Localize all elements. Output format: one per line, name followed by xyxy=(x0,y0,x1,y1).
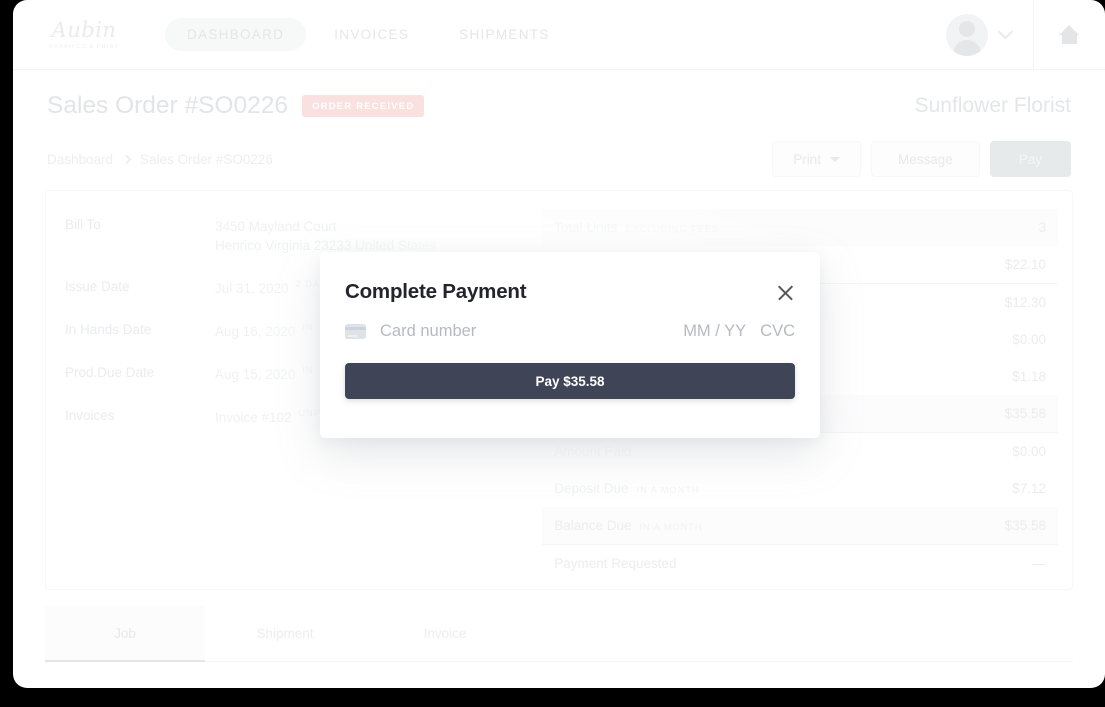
home-button[interactable] xyxy=(1033,0,1105,69)
summary-row-deposit-due: Deposit Due IN A MONTH $7.12 xyxy=(542,470,1058,507)
summary-value: $35.58 xyxy=(1004,518,1046,533)
summary-row: Total Units EXCLUDING FEES 3 xyxy=(542,209,1058,246)
detail-caption: 2 DA xyxy=(295,279,320,289)
page-title: Sales Order #SO0226 xyxy=(47,92,289,119)
card-input-row[interactable]: Card number MM / YY CVC xyxy=(345,322,795,341)
summary-label: Deposit Due xyxy=(554,481,629,496)
summary-row-payment-requested: Payment Requested — xyxy=(542,545,1058,582)
app-page: Aubin GRAPHICS & PRINT DASHBOARD INVOICE… xyxy=(13,0,1105,688)
brand-logo[interactable]: Aubin GRAPHICS & PRINT xyxy=(45,17,123,50)
complete-payment-modal: Complete Payment Card number MM / YY CVC… xyxy=(320,252,820,438)
detail-label: In Hands Date xyxy=(65,322,152,337)
action-buttons: Print Message Pay xyxy=(772,141,1071,177)
summary-value: — xyxy=(1032,556,1046,571)
summary-caption: IN A MONTH xyxy=(639,522,703,532)
status-badge: ORDER RECEIVED xyxy=(302,95,425,117)
summary-value: $12.30 xyxy=(1004,295,1046,310)
summary-row-balance-due: Balance Due IN A MONTH $35.58 xyxy=(542,507,1058,545)
summary-value: 3 xyxy=(1038,220,1046,235)
detail-value-block: 3450 Mayland Court Henrico Virginia 2323… xyxy=(215,217,436,255)
breadcrumb-item-current: Sales Order #SO0226 xyxy=(140,151,273,167)
detail-label: Prod.Due Date xyxy=(65,365,155,380)
detail-label: Issue Date xyxy=(65,279,130,294)
card-number-input[interactable]: Card number xyxy=(380,322,476,341)
detail-value: Jul 31, 2020 xyxy=(215,281,289,296)
customer-name: Sunflower Florist xyxy=(914,94,1071,117)
page-header: Sales Order #SO0226 ORDER RECEIVED Sunfl… xyxy=(13,70,1105,126)
print-button[interactable]: Print xyxy=(772,141,861,177)
tab-shipment[interactable]: Shipment xyxy=(205,606,365,661)
card-cvc-input[interactable]: CVC xyxy=(760,322,795,341)
detail-value: Aug 15, 2020 xyxy=(215,367,296,382)
detail-tabs: Job Shipment Invoice xyxy=(45,606,1073,662)
user-avatar-icon[interactable] xyxy=(946,13,988,56)
chevron-down-icon[interactable] xyxy=(997,23,1014,40)
summary-value: $0.00 xyxy=(1012,444,1046,459)
nav-right-cluster xyxy=(946,0,1105,69)
summary-row-amount-paid: Amount Paid $0.00 xyxy=(542,433,1058,470)
top-navigation-bar: Aubin GRAPHICS & PRINT DASHBOARD INVOICE… xyxy=(13,0,1105,70)
close-icon[interactable] xyxy=(776,283,795,302)
modal-header: Complete Payment xyxy=(345,280,795,304)
message-button-label: Message xyxy=(897,151,953,167)
message-button[interactable]: Message xyxy=(870,141,980,177)
detail-label: Bill To xyxy=(65,217,101,232)
summary-value: $35.58 xyxy=(1004,406,1046,421)
summary-caption: EXCLUDING FEES xyxy=(625,224,720,234)
nav-item-invoices[interactable]: INVOICES xyxy=(312,18,431,51)
summary-value: $0.00 xyxy=(1012,332,1046,347)
summary-value: $22.10 xyxy=(1004,257,1046,272)
summary-value: $7.12 xyxy=(1012,481,1046,496)
print-button-label: Print xyxy=(793,151,821,167)
detail-caption: IN xyxy=(302,322,314,332)
summary-caption: IN A MONTH xyxy=(636,485,700,495)
detail-value: Aug 16, 2020 xyxy=(215,324,296,339)
caret-down-icon xyxy=(829,156,840,162)
card-extra-fields: MM / YY CVC xyxy=(683,322,795,341)
card-expiry-input[interactable]: MM / YY xyxy=(683,322,746,341)
primary-nav-links: DASHBOARD INVOICES SHIPMENTS xyxy=(165,18,572,51)
breadcrumb-action-row: Dashboard Sales Order #SO0226 Print Mess… xyxy=(13,126,1105,182)
logo-wordmark: Aubin xyxy=(51,17,117,42)
logo-tagline: GRAPHICS & PRINT xyxy=(48,43,120,50)
summary-label: Balance Due xyxy=(554,518,632,533)
tab-invoice[interactable]: Invoice xyxy=(365,606,525,661)
summary-label: Total Units xyxy=(554,220,618,235)
detail-caption: UNP xyxy=(298,408,321,418)
modal-pay-button[interactable]: Pay $35.58 xyxy=(345,363,795,399)
tab-job[interactable]: Job xyxy=(45,606,205,662)
detail-value-line1: 3450 Mayland Court xyxy=(215,219,337,234)
pay-button[interactable]: Pay xyxy=(989,141,1071,177)
detail-label: Invoices xyxy=(65,408,115,423)
home-icon xyxy=(1059,25,1080,44)
nav-item-shipments[interactable]: SHIPMENTS xyxy=(437,18,571,51)
summary-value: $1.18 xyxy=(1012,369,1046,384)
nav-item-dashboard[interactable]: DASHBOARD xyxy=(165,18,307,51)
summary-label: Payment Requested xyxy=(554,556,677,571)
screen-frame: Aubin GRAPHICS & PRINT DASHBOARD INVOICE… xyxy=(0,0,1105,707)
breadcrumb-item-dashboard[interactable]: Dashboard xyxy=(47,152,113,167)
detail-value[interactable]: Invoice #102 xyxy=(215,408,292,427)
modal-title: Complete Payment xyxy=(345,280,527,303)
account-menu[interactable] xyxy=(946,13,1033,56)
detail-caption: IN xyxy=(302,365,314,375)
summary-label: Amount Paid xyxy=(554,444,632,459)
breadcrumb-separator-icon xyxy=(121,154,132,164)
credit-card-icon xyxy=(345,324,366,339)
detail-row-bill-to: Bill To 3450 Mayland Court Henrico Virgi… xyxy=(65,217,528,255)
pay-button-label: Pay xyxy=(1018,151,1042,167)
